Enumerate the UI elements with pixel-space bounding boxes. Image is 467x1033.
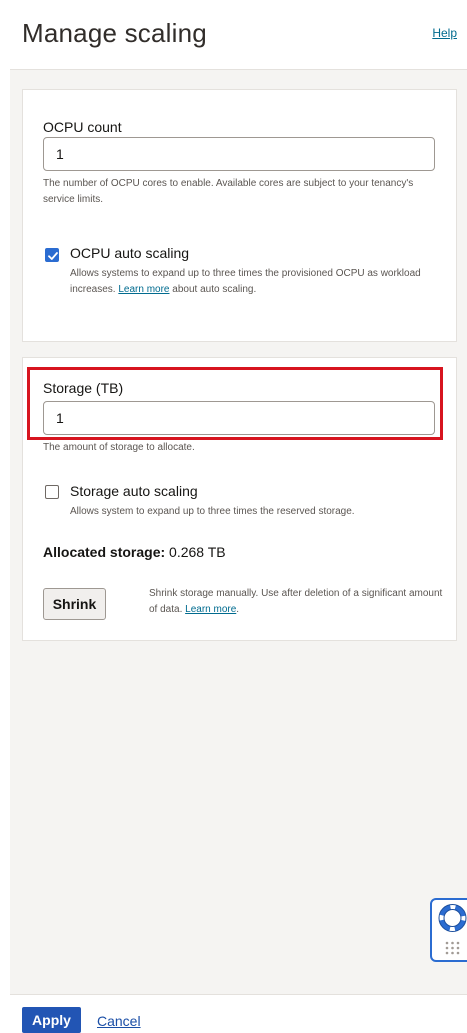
shrink-desc: Shrink storage manually. Use after delet… xyxy=(149,586,444,618)
dots-grid-icon xyxy=(445,941,460,955)
storage-tb-help: The amount of storage to allocate. xyxy=(43,442,195,453)
allocated-storage-value: 0.268 TB xyxy=(169,544,226,560)
ocpu-card: OCPU count 1 The number of OCPU cores to… xyxy=(22,89,457,342)
ocpu-auto-scaling-desc-suffix: about auto scaling. xyxy=(172,284,257,295)
storage-field-highlight xyxy=(27,367,443,440)
ocpu-count-label: OCPU count xyxy=(43,119,122,135)
support-widget[interactable] xyxy=(430,898,467,962)
panel-header: Manage scaling Help xyxy=(10,0,467,70)
storage-auto-scaling-label: Storage auto scaling xyxy=(70,483,198,499)
storage-auto-scaling-desc: Allows system to expand up to three time… xyxy=(70,506,355,517)
ocpu-auto-scaling-desc: Allows systems to expand up to three tim… xyxy=(70,266,435,298)
checkmark-icon xyxy=(48,252,58,260)
allocated-storage: Allocated storage: 0.268 TB xyxy=(43,544,226,560)
ocpu-count-help: The number of OCPU cores to enable. Avai… xyxy=(43,178,414,205)
allocated-storage-label: Allocated storage: xyxy=(43,544,166,560)
shrink-button[interactable]: Shrink xyxy=(43,588,106,620)
help-link[interactable]: Help xyxy=(432,26,457,40)
panel-footer: Apply Cancel xyxy=(10,994,467,1033)
shrink-desc-suffix: . xyxy=(236,604,240,615)
ocpu-learn-more-link[interactable]: Learn more xyxy=(118,284,169,295)
page-title: Manage scaling xyxy=(22,18,207,48)
ocpu-auto-scaling-checkbox[interactable] xyxy=(45,248,59,262)
ocpu-auto-scaling-label: OCPU auto scaling xyxy=(70,245,190,261)
apply-button[interactable]: Apply xyxy=(22,1007,81,1033)
manage-scaling-panel: Manage scaling Help OCPU count 1 The num… xyxy=(10,0,467,1033)
ocpu-count-input[interactable]: 1 xyxy=(43,137,435,171)
lifebuoy-icon xyxy=(438,904,467,932)
shrink-learn-more-link[interactable]: Learn more xyxy=(185,604,236,615)
cancel-link[interactable]: Cancel xyxy=(97,1013,141,1029)
storage-auto-scaling-checkbox[interactable] xyxy=(45,485,59,499)
